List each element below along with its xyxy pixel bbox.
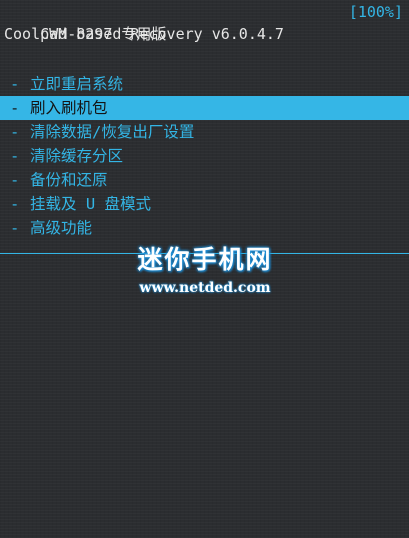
menu-item-label: 挂载及 U 盘模式 [30,195,151,213]
watermark-url: www.netded.com [139,280,271,296]
menu-bullet: - [10,171,20,189]
menu-bullet: - [10,75,20,93]
watermark-title: 迷你手机网 [137,245,273,274]
menu-item-advanced[interactable]: - 高级功能 [0,216,409,240]
menu-bullet: - [10,219,20,237]
device-name: Coolpad 8297 专用版 [4,25,167,43]
battery-indicator: [100%] [348,3,403,21]
menu-bullet: - [10,123,20,141]
menu-item-wipe-cache[interactable]: - 清除缓存分区 [0,144,409,168]
menu-item-label: 清除数据/恢复出厂设置 [30,123,195,141]
menu-item-backup-restore[interactable]: - 备份和还原 [0,168,409,192]
menu-item-label: 立即重启系统 [30,75,124,93]
menu-bullet: - [10,99,20,117]
menu-item-label: 备份和还原 [30,171,108,189]
menu-item-install-zip[interactable]: - 刷入刷机包 [0,96,409,120]
menu-item-label: 刷入刷机包 [30,99,108,117]
menu-item-label: 高级功能 [30,219,93,237]
recovery-screen: CWM-based Recovery v6.0.4.7 [100%] Coolp… [0,0,409,538]
menu-item-mounts-usb-storage[interactable]: - 挂载及 U 盘模式 [0,192,409,216]
menu-item-label: 清除缓存分区 [30,147,124,165]
recovery-menu: - 立即重启系统 - 刷入刷机包 - 清除数据/恢复出厂设置 - 清除缓存分区 - 备份和… [0,72,409,240]
menu-item-reboot-system[interactable]: - 立即重启系统 [0,72,409,96]
site-watermark: 迷你手机网 www.netded.com [100,240,310,296]
menu-item-wipe-data-factory-reset[interactable]: - 清除数据/恢复出厂设置 [0,120,409,144]
header-title-line: CWM-based Recovery v6.0.4.7 [100%] [4,1,403,43]
menu-bullet: - [10,147,20,165]
menu-bullet: - [10,195,20,213]
